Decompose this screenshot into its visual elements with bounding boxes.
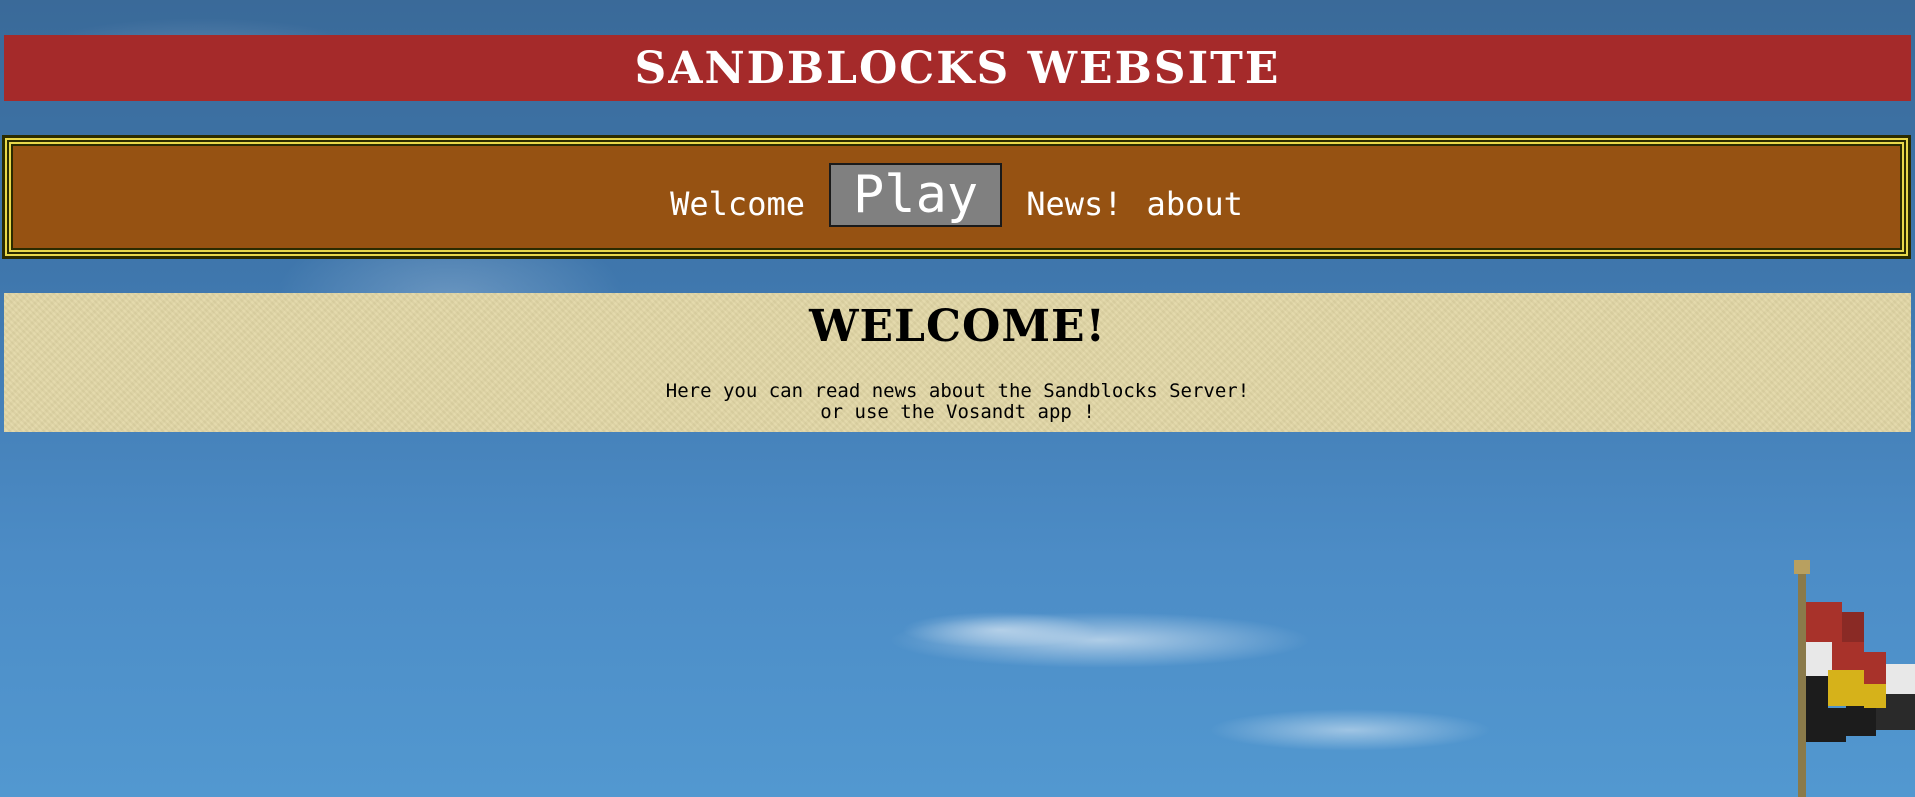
welcome-heading: WELCOME!	[809, 301, 1106, 352]
site-header: Sandblocks Website	[4, 35, 1911, 101]
welcome-text-line-2: or use the Vosandt app !	[820, 401, 1095, 423]
flag-pole	[1798, 566, 1806, 797]
nav-item-news[interactable]: News!	[1026, 185, 1122, 223]
welcome-text-line-1: Here you can read news about the Sandblo…	[665, 380, 1250, 402]
nav-item-play[interactable]: Play	[828, 163, 1003, 227]
flag-decoration	[1794, 560, 1915, 797]
welcome-panel: WELCOME! Here you can read news about th…	[4, 293, 1911, 432]
flag-pole-top	[1794, 560, 1810, 574]
nav-item-about[interactable]: about	[1147, 185, 1243, 223]
nav-item-welcome[interactable]: Welcome	[670, 185, 805, 223]
nav-bar: Welcome Play News! about	[2, 135, 1911, 259]
site-title: Sandblocks Website	[634, 42, 1281, 94]
